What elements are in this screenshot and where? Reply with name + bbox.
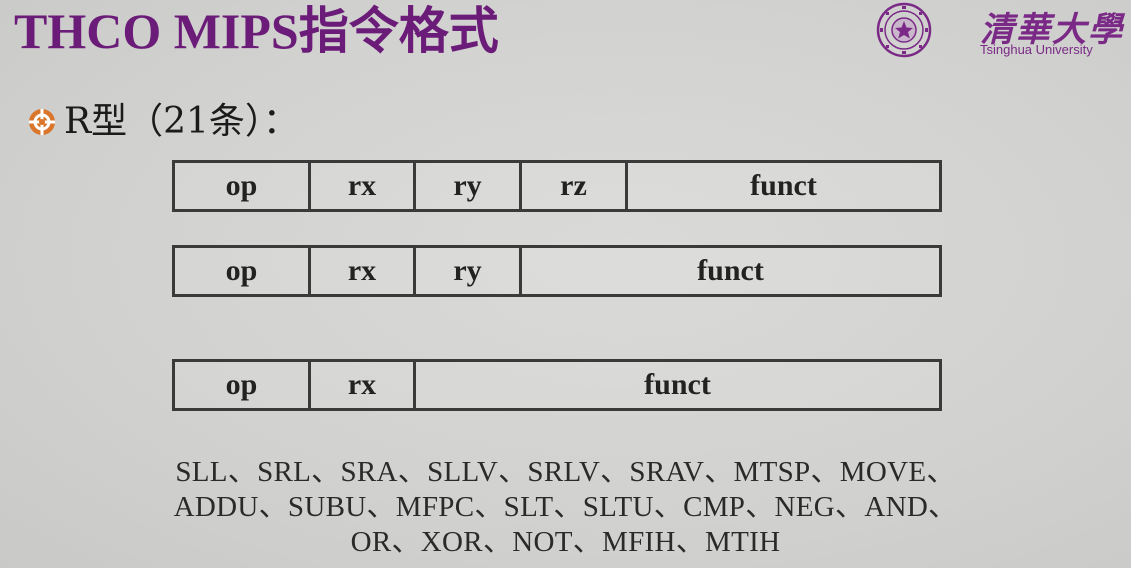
- format-row-op-rx-ry-funct: op rx ry funct: [172, 245, 942, 297]
- field-op: op: [175, 248, 311, 294]
- field-funct: funct: [697, 254, 764, 287]
- field-ry: ry: [416, 163, 522, 209]
- slide-title: THCO MIPS指令格式: [14, 3, 499, 59]
- logo-name-en: Tsinghua University: [980, 42, 1093, 57]
- university-logo: 清華大學 Tsinghua University: [876, 2, 1131, 60]
- instruction-list-line-3: OR、XOR、NOT、MFIH、MTIH: [350, 526, 781, 558]
- section-subheading: R型（21条）：: [64, 101, 299, 142]
- slide: THCO MIPS指令格式 清華大學 Tsinghua University R…: [0, 0, 1131, 568]
- format-row-op-rx-ry-rz-funct: op rx ry rz funct: [172, 160, 942, 212]
- field-op: op: [175, 362, 311, 408]
- field-rz: rz: [522, 163, 628, 209]
- field-op: op: [175, 163, 311, 209]
- field-funct: funct: [750, 169, 817, 202]
- university-seal-icon: [876, 2, 932, 58]
- field-rx: rx: [311, 362, 416, 408]
- field-rx: rx: [311, 163, 416, 209]
- format-row-op-rx-funct: op rx funct: [172, 359, 942, 411]
- field-ry: ry: [416, 248, 522, 294]
- field-funct: funct: [644, 368, 711, 401]
- circle-target-icon: [29, 109, 55, 135]
- field-rx: rx: [311, 248, 416, 294]
